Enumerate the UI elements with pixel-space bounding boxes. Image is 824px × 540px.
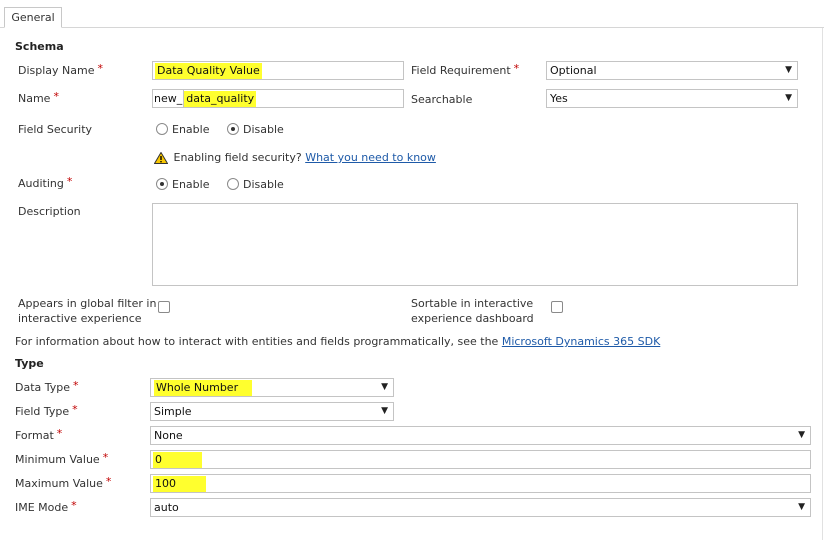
- minimum-value-label: Minimum Value *: [15, 451, 109, 466]
- global-filter-label: Appears in global filter in interactive …: [18, 297, 157, 325]
- name-prefix: new_: [154, 90, 185, 107]
- required-marker: *: [71, 499, 77, 512]
- sdk-info: For information about how to interact wi…: [15, 335, 661, 348]
- name-label: Name *: [18, 90, 59, 105]
- format-value: None: [154, 429, 183, 442]
- field-security-disable-radio[interactable]: [226, 123, 239, 135]
- panel-border: [822, 28, 823, 540]
- data-type-value: Whole Number: [154, 380, 253, 396]
- required-marker: *: [105, 475, 112, 488]
- searchable-select[interactable]: Yes ▼: [546, 89, 798, 108]
- name-input[interactable]: new_ data_quality: [152, 89, 404, 108]
- required-marker: *: [56, 427, 63, 440]
- auditing-disable-radio[interactable]: [226, 178, 239, 190]
- auditing-enable-radio[interactable]: [156, 178, 168, 190]
- sortable-checkbox[interactable]: [551, 301, 563, 313]
- field-requirement-select[interactable]: Optional ▼: [546, 61, 798, 80]
- tab-bar-divider: [0, 27, 824, 28]
- description-label: Description: [18, 205, 81, 218]
- chevron-down-icon: ▼: [785, 65, 792, 75]
- field-requirement-label: Field Requirement *: [411, 62, 520, 77]
- required-marker: *: [97, 62, 104, 75]
- chevron-down-icon: ▼: [798, 430, 805, 440]
- data-type-select[interactable]: Whole Number ▼: [150, 378, 394, 397]
- what-you-need-to-know-link[interactable]: What you need to know: [305, 151, 436, 164]
- auditing-options: Enable Disable: [156, 177, 298, 191]
- data-type-label: Data Type *: [15, 379, 79, 394]
- field-requirement-value: Optional: [550, 64, 597, 77]
- chevron-down-icon: ▼: [381, 382, 388, 392]
- display-name-value: Data Quality Value: [155, 63, 262, 79]
- searchable-label: Searchable: [411, 93, 473, 106]
- chevron-down-icon: ▼: [785, 93, 792, 103]
- display-name-label: Display Name *: [18, 62, 104, 77]
- auditing-label: Auditing *: [18, 175, 73, 190]
- maximum-value-label: Maximum Value *: [15, 475, 112, 490]
- field-security-label: Field Security: [18, 123, 93, 136]
- field-security-enable-radio[interactable]: [156, 123, 168, 135]
- field-type-value: Simple: [154, 405, 192, 418]
- field-security-options: Enable Disable: [156, 122, 298, 136]
- required-marker: *: [72, 403, 78, 416]
- minimum-value-input[interactable]: 0: [150, 450, 811, 469]
- global-filter-checkbox[interactable]: [158, 301, 170, 313]
- ime-mode-value: auto: [154, 501, 179, 514]
- field-security-warning: Enabling field security? What you need t…: [154, 151, 436, 164]
- ime-mode-select[interactable]: auto ▼: [150, 498, 811, 517]
- field-type-select[interactable]: Simple ▼: [150, 402, 394, 421]
- description-textarea[interactable]: [152, 203, 798, 286]
- warning-triangle-icon: [154, 152, 168, 164]
- format-label: Format *: [15, 427, 63, 442]
- sdk-link[interactable]: Microsoft Dynamics 365 SDK: [502, 335, 660, 348]
- maximum-value-input[interactable]: 100: [150, 474, 811, 493]
- searchable-value: Yes: [550, 92, 568, 105]
- maximum-value-value: 100: [153, 476, 206, 492]
- display-name-input[interactable]: Data Quality Value: [152, 61, 404, 80]
- required-marker: *: [66, 175, 73, 188]
- ime-mode-label: IME Mode *: [15, 499, 77, 514]
- required-marker: *: [73, 379, 79, 392]
- required-marker: *: [102, 451, 109, 464]
- sortable-label: Sortable in interactive experience dashb…: [411, 297, 534, 325]
- tab-general[interactable]: General: [4, 7, 62, 28]
- chevron-down-icon: ▼: [798, 502, 805, 512]
- required-marker: *: [513, 62, 520, 75]
- type-heading: Type: [15, 357, 44, 370]
- field-type-label: Field Type *: [15, 403, 78, 418]
- minimum-value-value: 0: [153, 452, 202, 468]
- name-value: data_quality: [184, 91, 257, 107]
- warning-text: Enabling field security?: [173, 151, 302, 164]
- format-select[interactable]: None ▼: [150, 426, 811, 445]
- required-marker: *: [53, 90, 59, 103]
- schema-heading: Schema: [15, 40, 64, 53]
- chevron-down-icon: ▼: [381, 406, 388, 416]
